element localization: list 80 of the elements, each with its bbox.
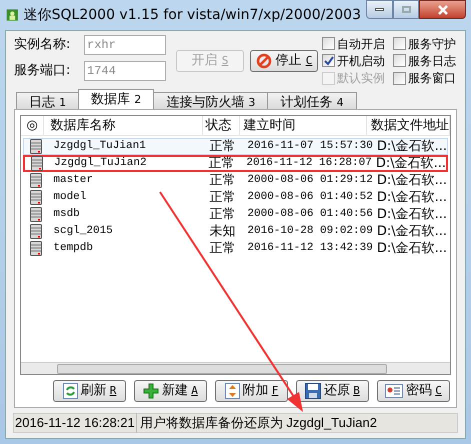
field-label: 服务端口: [14, 62, 72, 80]
table-cell-text: 2000-08-06 01:40:56 [246, 207, 373, 222]
refresh-icon [62, 383, 78, 399]
close-button[interactable] [419, 0, 466, 19]
window-title: 迷你SQL2000 v1.15 for vista/win7/xp/2000/2003 [24, 6, 361, 24]
table-cell-text: 2000-08-06 01:40:52 [246, 190, 373, 206]
tab[interactable]: 日志 1 [16, 92, 80, 109]
action-button[interactable]: 附加 F [215, 380, 288, 402]
database-row[interactable]: master 正常 2000-08-06 01:29:12 D:\金石软... [23, 172, 448, 189]
maximize-button[interactable] [393, 0, 419, 19]
database-icon [30, 224, 42, 239]
table-cell-text: 2016-11-12 13:42:39 [246, 241, 373, 256]
database-row[interactable]: model 正常 2000-08-06 01:40:52 D:\金石软... [23, 189, 448, 206]
table-cell-text: D:\金石软... [376, 206, 447, 224]
column-header[interactable]: 状态 [202, 116, 240, 135]
option-checkbox[interactable]: 服务窗口 [393, 70, 459, 87]
table-cell-text: 2016-11-12 16:28:07 [245, 156, 372, 172]
table-cell-text: 2000-08-06 01:29:12 [246, 173, 373, 188]
close-icon [436, 4, 448, 14]
checkmark-icon [324, 56, 334, 66]
column-header[interactable]: 数据文件地址 [367, 116, 450, 135]
database-row[interactable]: msdb 正常 2000-08-06 01:40:56 D:\金石软... [23, 206, 448, 223]
table-cell-text: D:\金石软... [376, 138, 447, 156]
table-cell-text: D:\金石软... [376, 240, 447, 258]
table-cell-text: 正常 [208, 188, 236, 207]
table-cell-text: tempdb [52, 241, 94, 256]
action-button[interactable]: 密码 C [377, 380, 450, 402]
table-cell-text: 正常 [208, 138, 236, 156]
action-button[interactable]: 还原 B [296, 380, 369, 402]
tab[interactable]: 计划任务 4 [267, 92, 357, 109]
table-cell-text: msdb [52, 207, 81, 222]
database-icon [30, 156, 43, 171]
option-checkbox[interactable]: 服务守护 [393, 35, 459, 52]
table-cell-text: 2016-11-07 15:57:30 [246, 139, 373, 154]
table-cell-text: 正常 [208, 206, 236, 224]
table-cell-text: D:\金石软... [376, 222, 447, 241]
status-message: 用户将数据库备份还原为 Jzgdgl_TuJian2 [138, 414, 378, 432]
service-button[interactable]: 停止 C [250, 50, 318, 72]
column-header[interactable]: 数据库名称 [44, 116, 203, 135]
table-cell-text: 未知 [208, 222, 236, 241]
option-checkbox[interactable]: 服务日志 [393, 52, 459, 70]
table-cell-text: scgl_2015 [52, 224, 114, 240]
column-header[interactable]: 建立时间 [240, 116, 367, 135]
table-cell-text: model [52, 190, 88, 206]
instance-name-field[interactable]: rxhr [84, 35, 166, 55]
table-cell-text: 2016-10-28 09:02:09 [246, 224, 373, 240]
database-icon [30, 190, 42, 205]
table-cell-text: 正常 [208, 240, 236, 258]
option-checkbox[interactable]: 开机启动 [322, 52, 392, 70]
database-icon [30, 139, 42, 154]
database-row[interactable]: scgl_2015 未知 2016-10-28 09:02:09 D:\金石软... [23, 223, 448, 240]
id-card-icon [385, 384, 404, 398]
tab[interactable]: 连接与防火墙 3 [153, 92, 268, 109]
port-field[interactable]: 1744 [84, 61, 166, 81]
table-cell-text: D:\金石软... [376, 172, 447, 190]
database-row[interactable]: Jzgdgl_TuJian1 正常 2016-11-07 15:57:30 D:\金石软... [23, 138, 448, 155]
database-row[interactable]: Jzgdgl_TuJian2 正常 2016-11-12 16:28:07 D:\金石软... [23, 155, 448, 172]
attach-icon [224, 383, 240, 399]
action-button[interactable]: 刷新 R [53, 380, 126, 402]
table-cell-text: Jzgdgl_TuJian2 [53, 156, 148, 172]
table-cell-text: 正常 [208, 172, 236, 190]
horizontal-scrollbar[interactable] [21, 362, 450, 374]
database-icon [30, 241, 42, 256]
table-cell-text: D:\金石软... [376, 188, 447, 207]
table-cell-text: Jzgdgl_TuJian1 [52, 139, 147, 154]
database-row[interactable]: tempdb 正常 2016-11-12 13:42:39 D:\金石软... [23, 240, 448, 257]
database-icon [30, 207, 42, 222]
column-header[interactable]: ◎ [21, 116, 44, 135]
tab[interactable]: 数据库 2 [78, 89, 154, 109]
database-icon [30, 173, 42, 188]
action-button[interactable]: 新建 A [134, 380, 207, 402]
minimize-button[interactable] [366, 0, 393, 19]
prohibited-icon [256, 53, 272, 69]
plus-icon [143, 383, 160, 399]
option-checkbox[interactable]: 自动开启 [322, 35, 392, 52]
table-cell-text: D:\金石软... [374, 154, 446, 173]
field-label: 实例名称: [14, 36, 72, 54]
table-cell-text: 正常 [208, 154, 236, 173]
status-time: 2016-11-12 16:28:21 [14, 413, 137, 433]
table-cell-text: master [52, 173, 94, 188]
